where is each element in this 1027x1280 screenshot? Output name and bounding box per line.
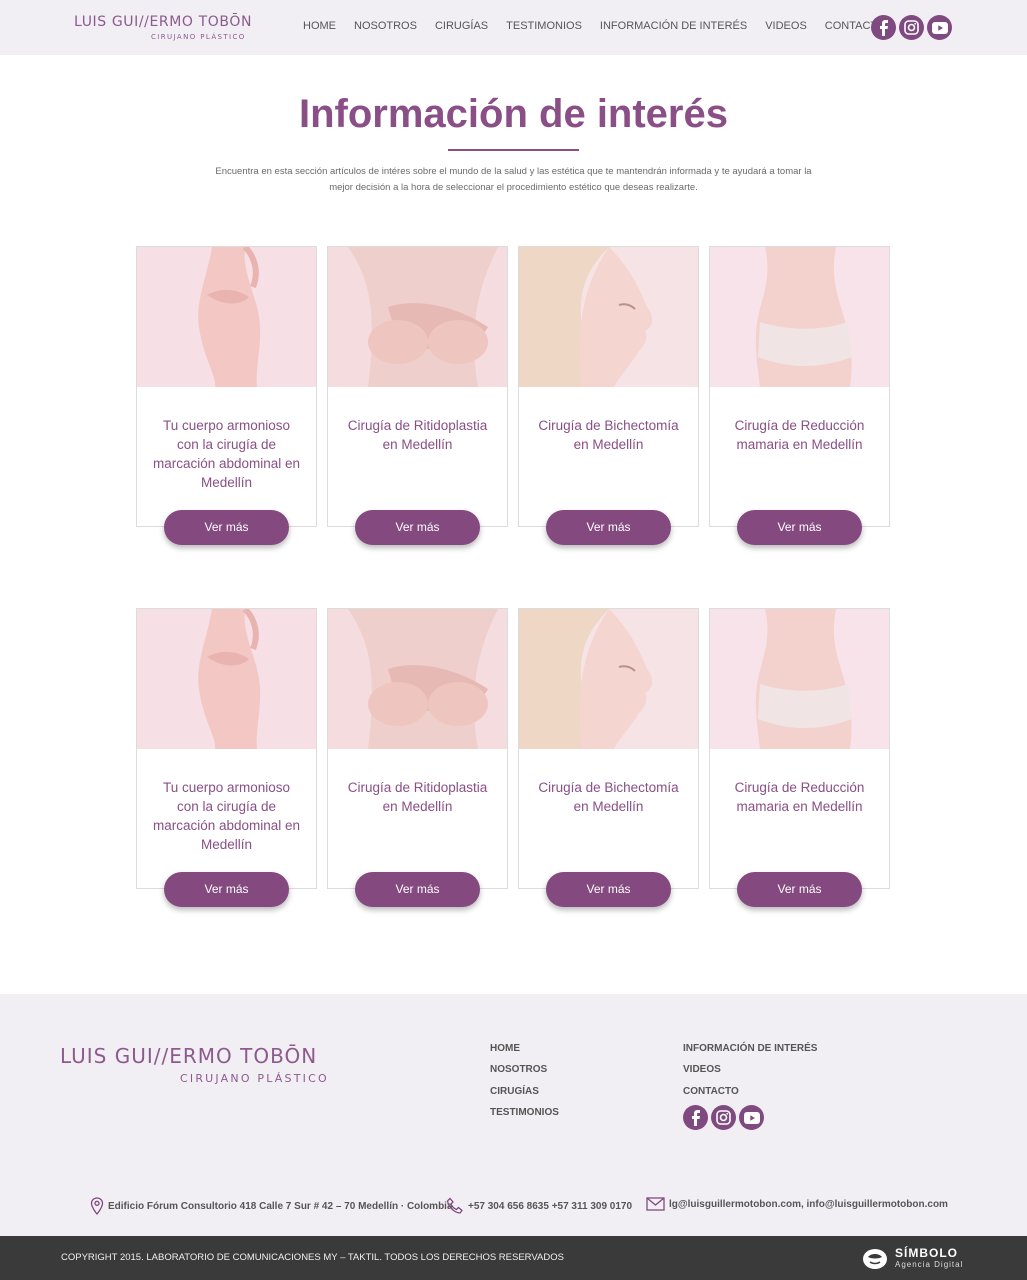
- article-title[interactable]: Cirugía de Ritidoplastia en Medellín: [342, 416, 493, 454]
- location-pin-icon: [90, 1197, 104, 1215]
- instagram-icon[interactable]: [899, 15, 924, 40]
- nav-testimonios[interactable]: TESTIMONIOS: [506, 20, 582, 36]
- article-card: Cirugía de Ritidoplastia en Medellín Ver…: [327, 246, 508, 545]
- ver-mas-button[interactable]: Ver más: [737, 872, 862, 907]
- article-card: Tu cuerpo armonioso con la cirugía de ma…: [136, 246, 317, 545]
- article-title[interactable]: Cirugía de Ritidoplastia en Medellín: [342, 778, 493, 816]
- instagram-icon[interactable]: [711, 1105, 736, 1130]
- ver-mas-button[interactable]: Ver más: [355, 872, 480, 907]
- article-title[interactable]: Cirugía de Bichectomía en Medellín: [533, 778, 684, 816]
- article-title[interactable]: Tu cuerpo armonioso con la cirugía de ma…: [151, 778, 302, 854]
- nav-videos[interactable]: VIDEOS: [765, 20, 807, 36]
- title-divider: [448, 149, 579, 151]
- article-image-waist[interactable]: [710, 247, 889, 387]
- agency-subtitle: Agencia Digital: [895, 1260, 964, 1269]
- footer-social-links: [683, 1105, 767, 1130]
- phone-text[interactable]: +57 304 656 8635 +57 311 309 0170: [468, 1201, 632, 1212]
- article-image-chest[interactable]: [328, 609, 507, 749]
- article-card: Tu cuerpo armonioso con la cirugía de ma…: [136, 608, 317, 907]
- article-card: Cirugía de Reducción mamaria en Medellín…: [709, 246, 890, 545]
- email-text[interactable]: lg@luisguillermotobon.com, info@luisguil…: [669, 1199, 948, 1210]
- footer-nav-col-2: INFORMACIÓN DE INTERÉS VIDEOS CONTACTO: [683, 1043, 817, 1107]
- footer-nav-col-1: HOME NOSOTROS CIRUGÍAS TESTIMONIOS: [490, 1043, 559, 1128]
- article-title[interactable]: Tu cuerpo armonioso con la cirugía de ma…: [151, 416, 302, 492]
- footer-brand-name: LUIS GUI//ERMO TOBŌN: [60, 1044, 318, 1068]
- footer-link-contacto[interactable]: CONTACTO: [683, 1086, 817, 1107]
- intro-text: Encuentra en esta sección artículos de i…: [215, 166, 812, 193]
- header-social-links: [871, 15, 955, 40]
- agency-logo[interactable]: SÍMBOLO Agencia Digital: [861, 1246, 971, 1272]
- article-image-body[interactable]: [137, 247, 316, 387]
- footer-link-cirugias[interactable]: CIRUGÍAS: [490, 1086, 559, 1107]
- article-image-chest[interactable]: [328, 247, 507, 387]
- youtube-icon[interactable]: [739, 1105, 764, 1130]
- site-footer: LUIS GUI//ERMO TOBŌN CIRUJANO PLÁSTICO H…: [0, 994, 1027, 1236]
- site-header: LUIS GUI//ERMO TOBŌN CIRUJANO PLÁSTICO H…: [0, 0, 1027, 55]
- phone-item: +57 304 656 8635 +57 311 309 0170: [446, 1197, 632, 1215]
- article-title[interactable]: Cirugía de Reducción mamaria en Medellín: [724, 778, 875, 816]
- agency-symbol-icon: [863, 1249, 887, 1269]
- bottom-bar: COPYRIGHT 2015. LABORATORIO DE COMUNICAC…: [0, 1236, 1027, 1280]
- ver-mas-button[interactable]: Ver más: [546, 872, 671, 907]
- page-title: Información de interés: [299, 92, 728, 136]
- article-card: Cirugía de Bichectomía en Medellín Ver m…: [518, 608, 699, 907]
- youtube-icon[interactable]: [927, 15, 952, 40]
- mail-icon: [646, 1197, 665, 1211]
- footer-link-informacion[interactable]: INFORMACIÓN DE INTERÉS: [683, 1043, 817, 1064]
- article-card: Cirugía de Ritidoplastia en Medellín Ver…: [327, 608, 508, 907]
- footer-link-nosotros[interactable]: NOSOTROS: [490, 1064, 559, 1085]
- agency-name: SÍMBOLO: [895, 1246, 958, 1260]
- footer-link-videos[interactable]: VIDEOS: [683, 1064, 817, 1085]
- article-image-face[interactable]: [519, 609, 698, 749]
- nav-informacion[interactable]: INFORMACIÓN DE INTERÉS: [600, 20, 747, 36]
- address-text: Edificio Fórum Consultorio 418 Calle 7 S…: [108, 1200, 453, 1212]
- ver-mas-button[interactable]: Ver más: [546, 510, 671, 545]
- nav-cirugias[interactable]: CIRUGÍAS: [435, 20, 488, 36]
- article-image-face[interactable]: [519, 247, 698, 387]
- ver-mas-button[interactable]: Ver más: [355, 510, 480, 545]
- copyright-text: COPYRIGHT 2015. LABORATORIO DE COMUNICAC…: [61, 1252, 564, 1263]
- brand-logo[interactable]: LUIS GUI//ERMO TOBŌN CIRUJANO PLÁSTICO: [74, 14, 254, 44]
- brand-subtitle: CIRUJANO PLÁSTICO: [151, 33, 246, 41]
- article-title[interactable]: Cirugía de Reducción mamaria en Medellín: [724, 416, 875, 454]
- address-item: Edificio Fórum Consultorio 418 Calle 7 S…: [90, 1197, 453, 1215]
- phone-icon: [446, 1197, 463, 1214]
- article-image-waist[interactable]: [710, 609, 889, 749]
- article-card: Cirugía de Bichectomía en Medellín Ver m…: [518, 246, 699, 545]
- ver-mas-button[interactable]: Ver más: [164, 510, 289, 545]
- article-card: Cirugía de Reducción mamaria en Medellín…: [709, 608, 890, 907]
- facebook-icon[interactable]: [871, 15, 896, 40]
- ver-mas-button[interactable]: Ver más: [164, 872, 289, 907]
- ver-mas-button[interactable]: Ver más: [737, 510, 862, 545]
- contact-info-row: Edificio Fórum Consultorio 418 Calle 7 S…: [0, 1197, 1027, 1217]
- footer-link-home[interactable]: HOME: [490, 1043, 559, 1064]
- article-image-body[interactable]: [137, 609, 316, 749]
- facebook-icon[interactable]: [683, 1105, 708, 1130]
- footer-brand-logo[interactable]: LUIS GUI//ERMO TOBŌN CIRUJANO PLÁSTICO: [60, 1044, 350, 1089]
- email-item: lg@luisguillermotobon.com, info@luisguil…: [646, 1197, 948, 1211]
- article-title[interactable]: Cirugía de Bichectomía en Medellín: [533, 416, 684, 454]
- nav-home[interactable]: HOME: [303, 20, 336, 36]
- brand-name: LUIS GUI//ERMO TOBŌN: [74, 14, 253, 30]
- footer-brand-subtitle: CIRUJANO PLÁSTICO: [180, 1072, 329, 1085]
- footer-link-testimonios[interactable]: TESTIMONIOS: [490, 1107, 559, 1128]
- main-nav: HOME NOSOTROS CIRUGÍAS TESTIMONIOS INFOR…: [303, 20, 904, 36]
- nav-nosotros[interactable]: NOSOTROS: [354, 20, 417, 36]
